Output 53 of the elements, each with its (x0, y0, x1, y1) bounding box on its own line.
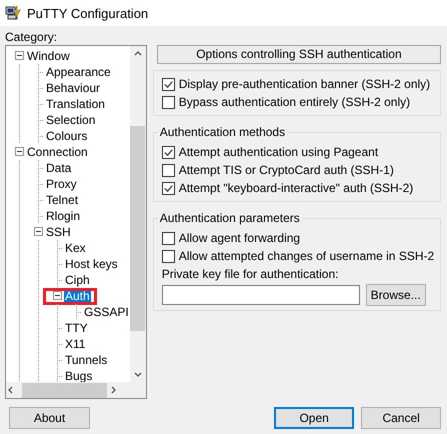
tree-item[interactable]: Bugs (64, 368, 94, 382)
about-button[interactable]: About (9, 407, 90, 429)
tree-item[interactable]: Colours (45, 128, 88, 144)
checkbox-label[interactable]: Display pre-authentication banner (SSH-2 only) (178, 77, 430, 91)
vertical-scrollbar[interactable] (130, 46, 146, 382)
tree-item[interactable]: Telnet (45, 192, 80, 208)
checkbox[interactable] (162, 250, 175, 262)
checkbox[interactable] (162, 232, 175, 244)
tree-item[interactable]: Behaviour (45, 80, 102, 96)
tree-item[interactable]: Kex (64, 240, 87, 256)
tree-item[interactable]: X11 (64, 336, 86, 352)
checkbox[interactable] (162, 78, 175, 90)
checkbox[interactable] (162, 146, 175, 158)
tree-item[interactable]: SSH (45, 224, 72, 240)
field-label: Private key file for authentication: (162, 266, 340, 282)
cancel-button[interactable]: Cancel (361, 407, 442, 429)
tree-item[interactable]: GSSAPI (83, 304, 130, 320)
key-file-field[interactable] (162, 285, 360, 305)
tree-item[interactable]: TTY (64, 320, 89, 336)
category-label: Category: (5, 30, 58, 45)
collapse-icon[interactable] (15, 147, 24, 156)
checkbox[interactable] (162, 164, 175, 176)
computer-icon (5, 5, 21, 21)
tree-item[interactable]: Window (26, 48, 71, 64)
checkbox-label[interactable]: Attempt "keyboard-interactive" auth (SSH-2) (178, 181, 414, 195)
horizontal-scrollbar[interactable] (6, 382, 146, 398)
checkbox[interactable] (162, 96, 175, 108)
checkbox[interactable] (162, 182, 175, 194)
tree-item[interactable]: Translation (45, 96, 106, 112)
collapse-icon[interactable] (15, 51, 24, 60)
tree-item[interactable]: Data (45, 160, 72, 176)
tree-item[interactable]: Rlogin (45, 208, 82, 224)
scroll-thumb[interactable] (22, 382, 107, 398)
tree-item[interactable]: Appearance (45, 64, 112, 80)
tree-item[interactable]: Tunnels (64, 352, 108, 368)
tree-item[interactable]: Ciph (64, 272, 91, 288)
open-button[interactable]: Open (274, 407, 354, 429)
checkbox-label[interactable]: Allow agent forwarding (178, 231, 300, 245)
section-header: Options controlling SSH authentication (156, 45, 442, 64)
collapse-icon[interactable] (34, 227, 43, 236)
tree-item[interactable]: Connection (26, 144, 89, 160)
scroll-thumb[interactable] (130, 126, 146, 331)
tree-item[interactable]: Proxy (45, 176, 78, 192)
checkbox-label[interactable]: Bypass authentication entirely (SSH-2 only) (178, 95, 410, 109)
checkbox-label[interactable]: Allow attempted changes of username in SSH-2 (178, 249, 434, 263)
browse-button[interactable]: Browse... (366, 284, 426, 306)
group-title: Authentication parameters (158, 211, 302, 226)
tree-item[interactable]: Host keys (64, 256, 119, 272)
tree-item[interactable]: Selection (45, 112, 96, 128)
checkbox-label[interactable]: Attempt TIS or CryptoCard auth (SSH-1) (178, 163, 394, 177)
window-title: PuTTY Configuration (27, 6, 148, 20)
checkbox-label[interactable]: Attempt authentication using Pageant (178, 145, 378, 159)
collapse-icon[interactable] (53, 291, 62, 300)
